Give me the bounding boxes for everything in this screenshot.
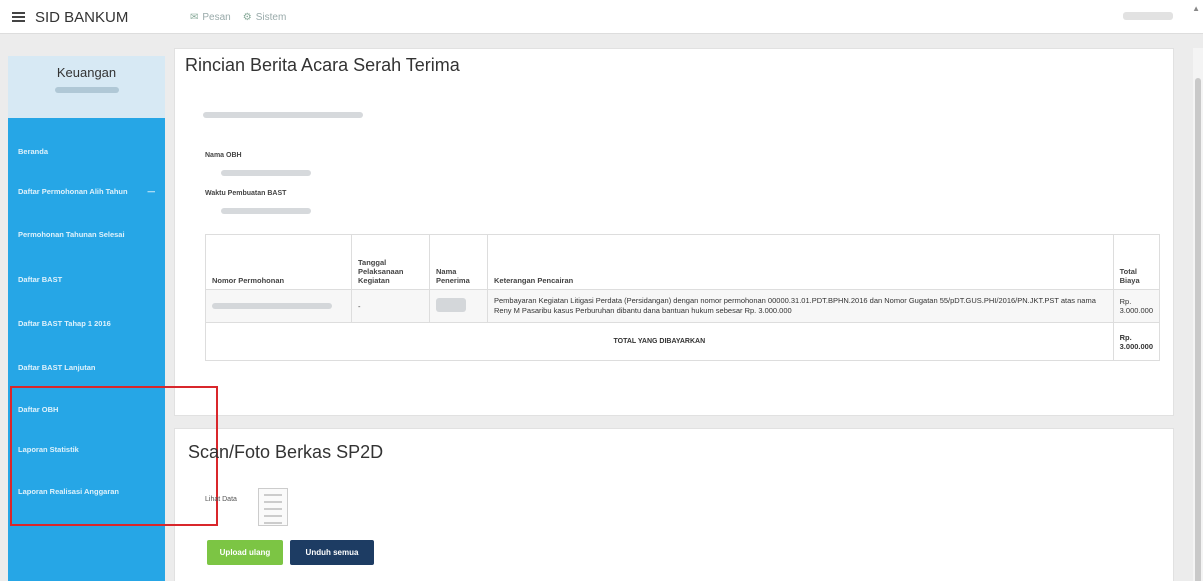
nomor-permohonan-redacted (212, 302, 332, 309)
pencairan-table: Nomor Permohonan Tanggal Pelaksanaan Keg… (205, 234, 1161, 361)
document-thumbnail-icon[interactable] (258, 488, 288, 526)
page-title: Rincian Berita Acara Serah Terima (185, 55, 460, 75)
main-content: Rincian Berita Acara Serah Terima Nama O… (174, 48, 1174, 581)
sidebar-item-daftar-bast[interactable]: Daftar BAST (8, 258, 165, 302)
scrollbar-thumb[interactable] (1195, 78, 1201, 581)
dash-icon: — (147, 187, 156, 196)
user-menu[interactable] (1123, 12, 1173, 20)
page-scrollbar[interactable] (1193, 48, 1203, 581)
waktu-bast-label: Waktu Pembuatan BAST (205, 190, 287, 197)
bast-number-redacted (203, 112, 363, 118)
upload-ulang-button[interactable]: Upload ulang (207, 540, 283, 565)
table-row: - Pembayaran Kegiatan Litigasi Perdata (… (205, 289, 1161, 323)
top-navbar: SID BANKUM ✉ Pesan ⚙ Sistem ▲ (0, 0, 1203, 34)
sidebar-subtitle-redacted (54, 87, 119, 93)
bast-detail-card: Rincian Berita Acara Serah Terima Nama O… (174, 48, 1174, 416)
total-value: Rp. 3.000.000 (1112, 322, 1161, 361)
total-row: TOTAL YANG DIBAYARKAN Rp. 3.000.000 (205, 322, 1161, 361)
table-header-row: Nomor Permohonan Tanggal Pelaksanaan Keg… (205, 234, 1161, 290)
nama-penerima-redacted (436, 298, 466, 312)
brand-title: SID BANKUM (35, 8, 129, 26)
gear-icon: ⚙ (242, 11, 252, 23)
col-tanggal-pelaksanaan: Tanggal Pelaksanaan Kegiatan (351, 234, 430, 290)
top-nav: ✉ Pesan ⚙ Sistem (190, 0, 286, 34)
nav-sistem[interactable]: ⚙ Sistem (243, 12, 287, 23)
nama-obh-value-redacted (221, 170, 311, 176)
col-total-biaya: Total Biaya (1112, 234, 1161, 290)
nav-pesan[interactable]: ✉ Pesan (190, 12, 231, 23)
scroll-up-icon[interactable]: ▲ (1192, 4, 1200, 13)
nama-obh-label: Nama OBH (205, 152, 242, 159)
nama-penerima-cell (429, 289, 488, 323)
nav-sistem-label: Sistem (255, 11, 287, 23)
sidebar-header: Keuangan (8, 56, 165, 118)
sidebar-item-daftar-permohonan-alih-tahun[interactable]: Daftar Permohonan Alih Tahun — (8, 172, 165, 212)
tanggal-cell: - (351, 289, 430, 323)
highlight-box (10, 386, 218, 526)
lihat-data-label: Lihat Data (205, 496, 237, 503)
unduh-semua-button[interactable]: Unduh semua (290, 540, 374, 565)
col-nama-penerima: Nama Penerima (429, 234, 488, 290)
waktu-bast-value-redacted (221, 208, 311, 214)
total-label: TOTAL YANG DIBAYARKAN (205, 322, 1114, 361)
hamburger-menu-icon[interactable] (12, 10, 25, 24)
brand[interactable]: SID BANKUM (12, 0, 128, 34)
col-keterangan-pencairan: Keterangan Pencairan (487, 234, 1114, 290)
col-nomor-permohonan: Nomor Permohonan (205, 234, 352, 290)
sidebar-item-permohonan-tahunan-selesai[interactable]: Permohonan Tahunan Selesai (8, 212, 165, 258)
sidebar-item-daftar-bast-tahap-1[interactable]: Daftar BAST Tahap 1 2016 (8, 302, 165, 346)
sidebar-title: Keuangan (56, 65, 117, 80)
sidebar-item-daftar-bast-lanjutan[interactable]: Daftar BAST Lanjutan (8, 346, 165, 390)
biaya-cell: Rp. 3.000.000 (1112, 289, 1161, 323)
nav-pesan-label: Pesan (202, 11, 231, 23)
nomor-permohonan-cell (205, 289, 352, 323)
sidebar-item-beranda[interactable]: Beranda (8, 132, 165, 172)
keterangan-cell: Pembayaran Kegiatan Litigasi Perdata (Pe… (487, 289, 1114, 323)
scan-title: Scan/Foto Berkas SP2D (188, 442, 384, 462)
mail-icon: ✉ (190, 11, 199, 23)
